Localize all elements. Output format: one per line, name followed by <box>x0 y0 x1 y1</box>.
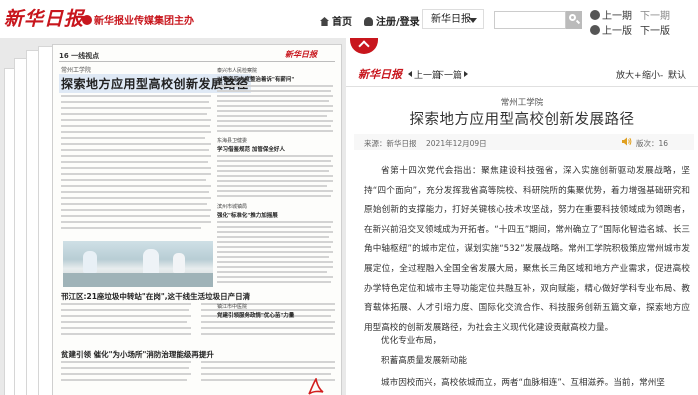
chevron-down-icon <box>469 18 477 23</box>
group-name: 新华报业传媒集团主办 <box>94 16 194 27</box>
next-page-link[interactable]: 下一版 <box>640 22 670 37</box>
paper-select[interactable]: 新华日报 <box>422 9 484 29</box>
story-kicker: 泰兴市人民检察院 <box>217 68 258 74</box>
search-button[interactable] <box>566 11 582 29</box>
site-logo[interactable]: 新华日报 <box>4 4 84 31</box>
left-column-text[interactable] <box>61 95 213 235</box>
story-kicker: 东海县卫健委 <box>217 138 248 144</box>
newspaper-page-panel: 16 一线视点 新华日报 常州工学院 探索地方应用型高校创新发展路径 邗江区:2… <box>0 38 346 395</box>
newspaper-story-headline[interactable]: 贫建引领 催化"为小场所"消防治理能级再提升 <box>61 349 214 360</box>
article-source: 来源：新华日报 <box>364 139 417 148</box>
zoom-reset-button[interactable]: 默认 <box>668 68 686 81</box>
search-input[interactable] <box>494 11 566 29</box>
collapse-toggle[interactable] <box>350 38 378 54</box>
home-icon <box>320 17 329 26</box>
article-title: 探索地方应用型高校创新发展路径 <box>409 112 635 128</box>
next-issue-label: 下一期 <box>640 11 670 22</box>
article-brand-logo: 新华日报 <box>358 68 402 81</box>
search-icon <box>569 14 576 21</box>
newspaper-section: 常州工学院 <box>61 67 92 74</box>
story-kicker: 滨州市城镇局 <box>217 204 248 210</box>
story-title[interactable]: 学习借鉴规范 加管保全好人 <box>217 145 285 153</box>
paper-select-value: 新华日报 <box>431 14 471 25</box>
next-article-link[interactable]: 下一篇 <box>435 68 469 81</box>
next-page-label: 下一版 <box>640 26 670 37</box>
nav-home-link[interactable]: 首页 <box>320 13 352 28</box>
prev-page-icon <box>590 25 600 35</box>
prev-page-label: 上一版 <box>602 26 632 37</box>
nav-home-label: 首页 <box>332 17 352 28</box>
newspaper-page[interactable]: 16 一线视点 新华日报 常州工学院 探索地方应用型高校创新发展路径 邗江区:2… <box>52 44 342 395</box>
newspaper-page-header: 16 一线视点 <box>59 52 100 60</box>
speaker-icon[interactable] <box>622 137 632 146</box>
article-page-number: 版次：16 <box>636 139 669 148</box>
article-kicker: 常州工学院 <box>500 98 544 108</box>
story-title[interactable]: 党建引领服务政情"优心苗"力量 <box>217 311 294 319</box>
next-article-icon <box>464 71 469 77</box>
prev-issue-icon <box>590 10 600 20</box>
story-title[interactable]: 强化"标准化"推力加摇展 <box>217 211 278 219</box>
prev-page-link[interactable]: 上一版 <box>590 22 632 37</box>
article-paragraph: 城市因校而兴，高校依城而立，两者“血脉相连”、互相滋养。当前，常州坚 <box>381 378 665 388</box>
user-icon <box>364 17 373 26</box>
next-issue-link[interactable]: 下一期 <box>640 7 670 22</box>
group-logo-mark-icon <box>82 15 92 25</box>
prev-issue-label: 上一期 <box>602 11 632 22</box>
divider <box>346 86 698 87</box>
prev-article-icon <box>408 71 412 77</box>
next-article-label: 下一篇 <box>435 71 463 81</box>
nav-login-link[interactable]: 注册/登录 <box>364 13 420 28</box>
article-panel: 新华日报 上一篇 下一篇 放大+ 缩小- 默认 常州工学院 探索地方应用型高校创… <box>346 38 698 395</box>
chevron-up-icon <box>358 40 370 52</box>
article-subheading: 积蓄高质量发展新动能 <box>381 356 467 366</box>
top-bar: 新华日报 新华报业传媒集团主办 首页 注册/登录 新华日报 上一期 下一期 上一… <box>0 0 698 38</box>
prev-issue-link[interactable]: 上一期 <box>590 7 632 22</box>
article-date: 2021年12月09日 <box>426 139 487 148</box>
right-column: 泰兴市人民检察院 以零容忍态度整治着诉"有薪问" 东海县卫健委 学习借鉴规范 加… <box>217 67 335 247</box>
group-logo: 新华报业传媒集团主办 <box>82 12 194 27</box>
zoom-in-button[interactable]: 放大+ <box>616 68 642 81</box>
newspaper-brand: 新华日报 <box>285 50 317 59</box>
story-kicker: 镇江市中医院 <box>217 304 248 310</box>
pdf-icon[interactable] <box>308 378 324 395</box>
newspaper-photo <box>63 241 213 287</box>
newspaper-story-headline[interactable]: 邗江区:21座垃圾中转站"在岗",这干线生活垃圾日产日清 <box>61 291 250 302</box>
zoom-out-button[interactable]: 缩小- <box>642 68 663 81</box>
story-title[interactable]: 以零容忍态度整治着诉"有薪问" <box>217 75 294 83</box>
nav-login-label: 注册/登录 <box>376 17 420 28</box>
article-subheading: 优化专业布局， <box>381 336 442 346</box>
